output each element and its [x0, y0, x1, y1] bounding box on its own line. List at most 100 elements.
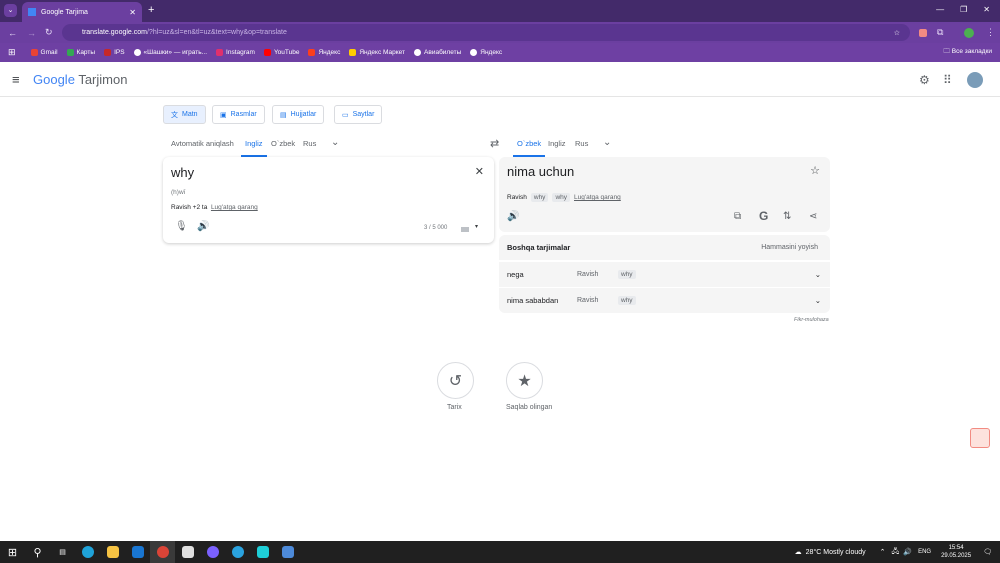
bookmark-aviabilety[interactable]: Авиабилеты	[414, 48, 461, 56]
edge-icon[interactable]	[75, 541, 100, 563]
bookmark-yandex-2[interactable]: Яндекс	[470, 48, 502, 56]
list-item[interactable]: nima sababdan Ravish why ⌄	[499, 288, 830, 313]
mode-documents-button[interactable]: ▤ Hujjatlar	[272, 105, 325, 124]
tray-chevron-icon[interactable]: ⌃	[880, 548, 886, 556]
microphone-icon[interactable]: 🎙	[175, 221, 188, 232]
history-icon: ↺	[448, 372, 463, 390]
bookmark-shashki[interactable]: «Шашки» — играть...	[133, 48, 207, 56]
clock[interactable]: 15:54 29.05.2025	[941, 544, 971, 560]
mode-text-button[interactable]: 文 Matn	[163, 105, 206, 124]
keyboard-icon[interactable]	[461, 227, 469, 232]
synonym-chip[interactable]: why	[552, 193, 570, 202]
swap-languages-icon[interactable]: ⇄	[490, 137, 499, 150]
clear-text-icon[interactable]: ✕	[475, 165, 484, 178]
bookmark-youtube[interactable]: YouTube	[263, 48, 299, 56]
apps-grid-icon[interactable]: ⠿	[943, 73, 952, 87]
tab-google-translate[interactable]: Google Tarjima ✕	[22, 2, 142, 22]
apps-grid-icon[interactable]: ⊞	[8, 47, 16, 58]
share-icon[interactable]: ⋖	[809, 211, 817, 222]
tab-search-button[interactable]: ⌄	[4, 4, 17, 17]
input-tools-dropdown-icon[interactable]: ▾	[475, 223, 478, 230]
source-lang-english[interactable]: Ingliz	[245, 139, 263, 148]
bookmark-yandex[interactable]: Яндекс	[308, 48, 340, 56]
bookmark-yandex-market[interactable]: Яндекс Маркет	[349, 48, 405, 56]
back-icon[interactable]: ←	[8, 28, 17, 38]
other-translations-header: Boshqa tarjimalar Hammasini yoyish	[499, 235, 830, 260]
chrome-icon[interactable]	[150, 541, 175, 563]
source-lang-detect[interactable]: Avtomatik aniqlash	[171, 139, 234, 148]
website-icon: ▭	[342, 111, 349, 119]
reload-icon[interactable]: ↻	[45, 27, 53, 38]
tab-title: Google Tarjima	[41, 8, 88, 16]
translate-icon: 文	[171, 111, 178, 119]
close-window-button[interactable]: ✕	[983, 5, 990, 14]
bookmark-maps[interactable]: Карты	[66, 48, 95, 56]
address-bar[interactable]: translate.google.com/?hl=uz&sl=en&tl=uz&…	[62, 24, 910, 41]
dictionary-link[interactable]: Lug'atga qarang	[211, 204, 258, 211]
weather-cloud-icon[interactable]: ☁	[795, 548, 802, 556]
source-more-chevron-icon[interactable]: ⌄	[331, 137, 339, 148]
outlook-icon[interactable]	[125, 541, 150, 563]
feedback-link[interactable]: Fikr-mulohaza	[794, 317, 829, 323]
menu-kebab-icon[interactable]: ⋮	[986, 27, 995, 38]
list-item[interactable]: nega Ravish why ⌄	[499, 262, 830, 287]
messenger-icon[interactable]	[200, 541, 225, 563]
source-lang-russian[interactable]: Rus	[303, 139, 316, 148]
google-icon[interactable]: G	[759, 209, 768, 223]
synonym-chip[interactable]: why	[530, 193, 549, 202]
mode-images-button[interactable]: ▣ Rasmlar	[212, 105, 265, 124]
telegram-icon[interactable]	[225, 541, 250, 563]
other-translations-title: Boshqa tarjimalar	[507, 243, 571, 252]
listen-speaker-icon[interactable]: 🔊	[507, 211, 519, 222]
translate-favicon-icon	[28, 8, 36, 16]
restore-button[interactable]: ❐	[960, 5, 967, 14]
weather-text[interactable]: 28°C Mostly cloudy	[806, 549, 866, 556]
extensions-puzzle-icon[interactable]: ⧉	[937, 27, 943, 38]
settings-gear-icon[interactable]: ⚙	[919, 73, 930, 87]
bookmark-ips[interactable]: IPS	[104, 48, 125, 56]
source-input[interactable]: why	[171, 165, 194, 180]
store-icon[interactable]	[175, 541, 200, 563]
target-lang-uzbek[interactable]: O`zbek	[517, 139, 541, 148]
new-tab-button[interactable]: +	[148, 4, 154, 16]
main-menu-icon[interactable]: ≡	[12, 72, 20, 87]
save-star-icon[interactable]: ☆	[810, 164, 820, 177]
bookmark-instagram[interactable]: Instagram	[216, 48, 255, 56]
source-lang-uzbek[interactable]: O`zbek	[271, 139, 295, 148]
extension-icon[interactable]	[919, 28, 927, 37]
copy-icon[interactable]: ⧉	[734, 211, 741, 222]
volume-icon[interactable]: 🔊	[903, 548, 912, 556]
minimize-button[interactable]: —	[936, 5, 944, 14]
file-explorer-icon[interactable]	[100, 541, 125, 563]
saved-label: Saqlab olingan	[506, 404, 553, 411]
notifications-icon[interactable]: 🗨	[983, 548, 992, 556]
logo[interactable]: Google Tarjimon	[33, 72, 127, 87]
listen-speaker-icon[interactable]: 🔊	[197, 221, 209, 232]
all-bookmarks[interactable]: 🗀 Все закладки	[943, 47, 992, 58]
rate-translation-icon[interactable]: ⇅	[783, 211, 791, 222]
expand-all-button[interactable]: Hammasini yoyish	[761, 244, 818, 251]
search-icon[interactable]: ⚲	[25, 541, 50, 563]
target-lang-russian[interactable]: Rus	[575, 139, 588, 148]
bookmark-gmail[interactable]: Gmail	[30, 48, 58, 56]
input-language[interactable]: ENG	[918, 549, 931, 555]
saved-button[interactable]: ★	[506, 362, 543, 399]
target-lang-english[interactable]: Ingliz	[548, 139, 566, 148]
close-tab-icon[interactable]: ✕	[129, 8, 136, 17]
dictionary-link[interactable]: Lug'atga qarang	[574, 194, 621, 201]
profile-avatar[interactable]	[964, 27, 974, 38]
start-button[interactable]: ⊞	[0, 541, 25, 563]
bookmark-star-icon[interactable]: ☆	[894, 29, 900, 37]
star-icon: ★	[517, 372, 532, 390]
app-v-icon[interactable]	[275, 541, 300, 563]
forward-icon[interactable]: →	[27, 28, 36, 38]
floating-calendar-widget-icon[interactable]	[970, 428, 990, 448]
target-more-chevron-icon[interactable]: ⌄	[603, 137, 611, 148]
vpn-icon[interactable]	[250, 541, 275, 563]
image-icon: ▣	[220, 111, 227, 119]
history-button[interactable]: ↺	[437, 362, 474, 399]
network-icon[interactable]: 🖧	[892, 547, 900, 558]
task-view-icon[interactable]: ▤	[50, 541, 75, 563]
account-avatar[interactable]	[967, 71, 983, 88]
mode-websites-button[interactable]: ▭ Saytlar	[334, 105, 383, 124]
